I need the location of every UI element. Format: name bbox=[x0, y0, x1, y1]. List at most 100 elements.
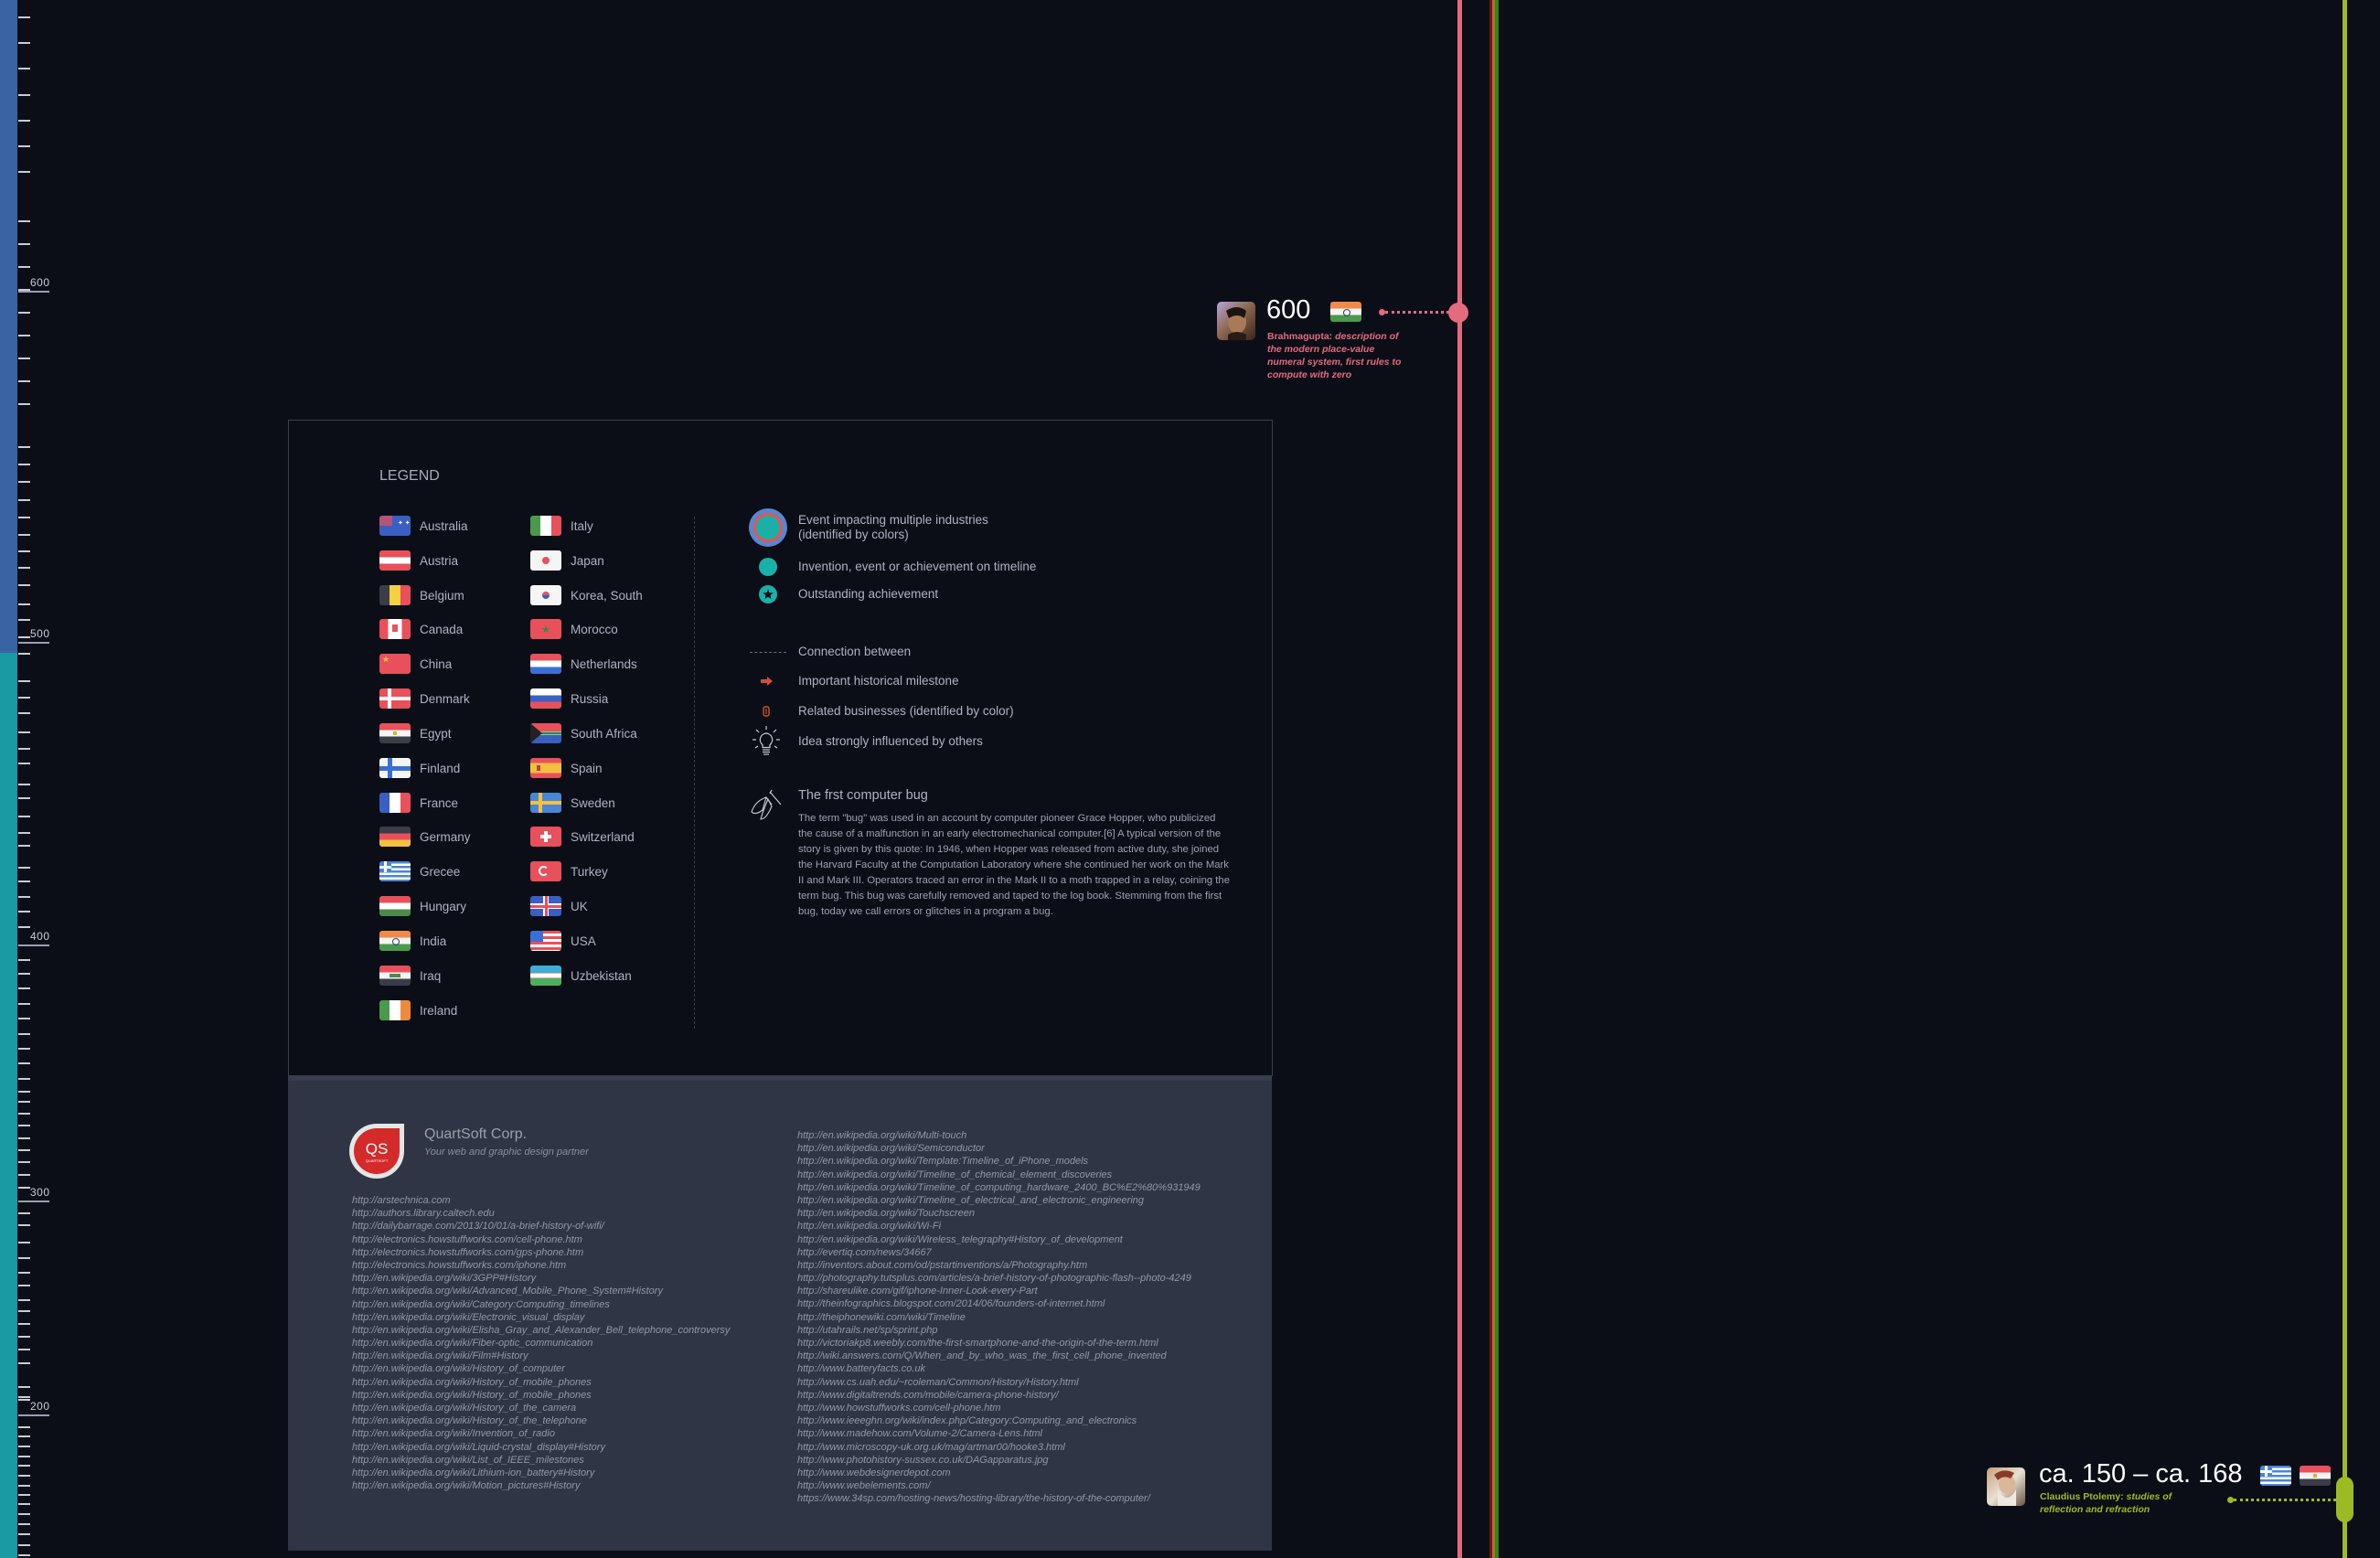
source-link[interactable]: http://en.wikipedia.org/wiki/History_of_… bbox=[352, 1389, 730, 1402]
event-dot-icon bbox=[758, 557, 778, 577]
quartsoft-logo[interactable]: QS QUARTSOFT bbox=[347, 1122, 406, 1180]
ruler-tick-minor bbox=[18, 517, 30, 518]
flag-egypt-icon bbox=[379, 723, 411, 743]
flag-greece-icon bbox=[2260, 1466, 2291, 1486]
source-link[interactable]: http://photography.tutsplus.com/articles… bbox=[797, 1272, 1201, 1285]
source-link[interactable]: http://en.wikipedia.org/wiki/Template:Ti… bbox=[797, 1155, 1201, 1168]
source-link[interactable]: http://authors.library.caltech.edu bbox=[352, 1207, 730, 1220]
event-range-marker[interactable] bbox=[2336, 1477, 2353, 1522]
source-link[interactable]: http://en.wikipedia.org/wiki/Fiber-optic… bbox=[352, 1337, 730, 1350]
source-link[interactable]: http://en.wikipedia.org/wiki/History_of_… bbox=[352, 1402, 730, 1414]
ruler-tick-minor bbox=[18, 731, 30, 733]
ruler-tick-minor bbox=[18, 1285, 30, 1286]
ruler-tick-minor bbox=[18, 1224, 30, 1226]
country-label: Korea, South bbox=[571, 588, 643, 603]
source-link[interactable]: http://en.wikipedia.org/wiki/Liquid-crys… bbox=[352, 1441, 730, 1454]
company-tagline: Your web and graphic design partner bbox=[424, 1147, 589, 1158]
source-link[interactable]: https://www.34sp.com/hosting-news/hostin… bbox=[797, 1492, 1201, 1505]
source-link[interactable]: http://www.webdesignerdepot.com bbox=[797, 1467, 1201, 1479]
ruler-tick-minor bbox=[18, 603, 30, 605]
source-link[interactable]: http://wiki.answers.com/Q/When_and_by_wh… bbox=[797, 1350, 1201, 1362]
source-link[interactable]: http://www.howstuffworks.com/cell-phone.… bbox=[797, 1402, 1201, 1414]
source-link[interactable]: http://electronics.howstuffworks.com/cel… bbox=[352, 1233, 730, 1246]
ruler-tick-major bbox=[18, 1414, 49, 1416]
source-link[interactable]: http://en.wikipedia.org/wiki/Timeline_of… bbox=[797, 1181, 1201, 1194]
source-link[interactable]: http://en.wikipedia.org/wiki/Timeline_of… bbox=[797, 1194, 1201, 1207]
source-link[interactable]: http://en.wikipedia.org/wiki/Lithium-ion… bbox=[352, 1467, 730, 1479]
credits-footer: QS QUARTSOFT QuartSoft Corp. Your web an… bbox=[288, 1075, 1272, 1551]
ruler-tick-minor bbox=[18, 1091, 30, 1093]
source-link[interactable]: http://www.batteryfacts.co.uk bbox=[797, 1362, 1201, 1375]
ruler-tick-minor bbox=[18, 1113, 30, 1115]
source-link[interactable]: http://www.microscopy-uk.org.uk/mag/artm… bbox=[797, 1441, 1201, 1454]
country-label: South Africa bbox=[571, 726, 637, 741]
legend-label: Event impacting multiple industries bbox=[798, 513, 988, 527]
legend-country-france: France bbox=[379, 793, 458, 813]
source-link[interactable]: http://en.wikipedia.org/wiki/Category:Co… bbox=[352, 1298, 730, 1311]
country-label: Uzbekistan bbox=[571, 968, 632, 983]
ruler-tick-minor bbox=[18, 266, 30, 268]
legend-country-turkey: Turkey bbox=[530, 861, 608, 881]
source-link[interactable]: http://en.wikipedia.org/wiki/Motion_pict… bbox=[352, 1479, 730, 1492]
flag-india-icon bbox=[379, 931, 411, 951]
source-link[interactable]: http://inventors.about.com/od/pstartinve… bbox=[797, 1259, 1201, 1272]
ruler-tick-major bbox=[18, 944, 49, 946]
source-link[interactable]: http://electronics.howstuffworks.com/iph… bbox=[352, 1259, 730, 1272]
source-link[interactable]: http://en.wikipedia.org/wiki/Touchscreen bbox=[797, 1207, 1201, 1220]
source-link[interactable]: http://arstechnica.com bbox=[352, 1194, 730, 1207]
legend-country-grecee: Grecee bbox=[379, 861, 460, 881]
source-link[interactable]: http://en.wikipedia.org/wiki/History_of_… bbox=[352, 1362, 730, 1375]
source-link[interactable]: http://theinfographics.blogspot.com/2014… bbox=[797, 1297, 1201, 1310]
ruler-tick-minor bbox=[18, 1149, 30, 1151]
ruler-tick-minor bbox=[18, 911, 30, 912]
source-link[interactable]: http://en.wikipedia.org/wiki/Advanced_Mo… bbox=[352, 1285, 730, 1297]
source-link[interactable]: http://en.wikipedia.org/wiki/History_of_… bbox=[352, 1376, 730, 1389]
ruler-tick-minor bbox=[18, 171, 30, 173]
source-link[interactable]: http://en.wikipedia.org/wiki/Invention_o… bbox=[352, 1427, 730, 1440]
source-link[interactable]: http://en.wikipedia.org/wiki/Timeline_of… bbox=[797, 1168, 1201, 1181]
source-link[interactable]: http://dailybarrage.com/2013/10/01/a-bri… bbox=[352, 1220, 730, 1233]
source-link[interactable]: http://en.wikipedia.org/wiki/Wi-Fi bbox=[797, 1220, 1201, 1233]
ruler-tick-minor bbox=[18, 220, 30, 222]
ruler-tick-minor bbox=[18, 584, 30, 586]
source-link[interactable]: http://theiphonewiki.com/wiki/Timeline bbox=[797, 1311, 1201, 1324]
ruler-tick-minor bbox=[18, 1396, 30, 1398]
legend-country-germany: Germany bbox=[379, 827, 471, 847]
source-link[interactable]: http://utahrails.net/sp/sprint.php bbox=[797, 1324, 1201, 1337]
legend-label: Important historical milestone bbox=[798, 674, 959, 688]
ruler-tick-minor bbox=[18, 499, 30, 501]
source-link[interactable]: http://www.photohistory-sussex.co.uk/DAG… bbox=[797, 1454, 1201, 1467]
source-link[interactable]: http://www.webelements.com/ bbox=[797, 1479, 1201, 1492]
flag-france-icon bbox=[379, 793, 411, 813]
source-link[interactable]: http://en.wikipedia.org/wiki/Multi-touch bbox=[797, 1129, 1201, 1142]
event-marker-dot[interactable] bbox=[1448, 303, 1468, 323]
source-link[interactable]: http://en.wikipedia.org/wiki/Semiconduct… bbox=[797, 1142, 1201, 1155]
ruler-tick-minor bbox=[18, 1033, 30, 1035]
flag-sweden-icon bbox=[530, 793, 561, 813]
source-link[interactable]: http://en.wikipedia.org/wiki/Wireless_te… bbox=[797, 1233, 1201, 1246]
ruler-tick-minor bbox=[18, 120, 30, 122]
legend-country-italy: Italy bbox=[530, 516, 593, 536]
country-label: Finland bbox=[420, 761, 461, 775]
source-link[interactable]: http://shareulike.com/gif/iphone-Inner-L… bbox=[797, 1285, 1201, 1297]
connector-dotted-line bbox=[1385, 311, 1449, 314]
source-link[interactable]: http://en.wikipedia.org/wiki/3GPP#Histor… bbox=[352, 1272, 730, 1285]
country-label: India bbox=[420, 934, 447, 948]
country-label: France bbox=[420, 795, 459, 810]
source-link[interactable]: http://en.wikipedia.org/wiki/Film#Histor… bbox=[352, 1350, 730, 1362]
source-link[interactable]: http://en.wikipedia.org/wiki/List_of_IEE… bbox=[352, 1454, 730, 1467]
source-link[interactable]: http://evertiq.com/news/34667 bbox=[797, 1246, 1201, 1259]
source-link[interactable]: http://www.madehow.com/Volume-2/Camera-L… bbox=[797, 1427, 1201, 1440]
source-link[interactable]: http://www.digitaltrends.com/mobile/came… bbox=[797, 1389, 1201, 1402]
ruler-tick-minor bbox=[18, 1465, 30, 1467]
legend-label: Idea strongly influenced by others bbox=[798, 734, 983, 748]
source-link[interactable]: http://www.cs.uah.edu/~rcoleman/Common/H… bbox=[797, 1376, 1201, 1389]
ruler-tick-minor bbox=[18, 816, 30, 817]
ruler-tick-major bbox=[18, 291, 49, 293]
source-link[interactable]: http://www.ieeeghn.org/wiki/index.php/Ca… bbox=[797, 1414, 1201, 1427]
source-link[interactable]: http://electronics.howstuffworks.com/gps… bbox=[352, 1246, 730, 1259]
source-link[interactable]: http://en.wikipedia.org/wiki/Electronic_… bbox=[352, 1311, 730, 1324]
source-link[interactable]: http://en.wikipedia.org/wiki/Elisha_Gray… bbox=[352, 1324, 730, 1337]
source-link[interactable]: http://victoriakp8.weebly.com/the-first-… bbox=[797, 1337, 1201, 1350]
source-link[interactable]: http://en.wikipedia.org/wiki/History_of_… bbox=[352, 1414, 730, 1427]
